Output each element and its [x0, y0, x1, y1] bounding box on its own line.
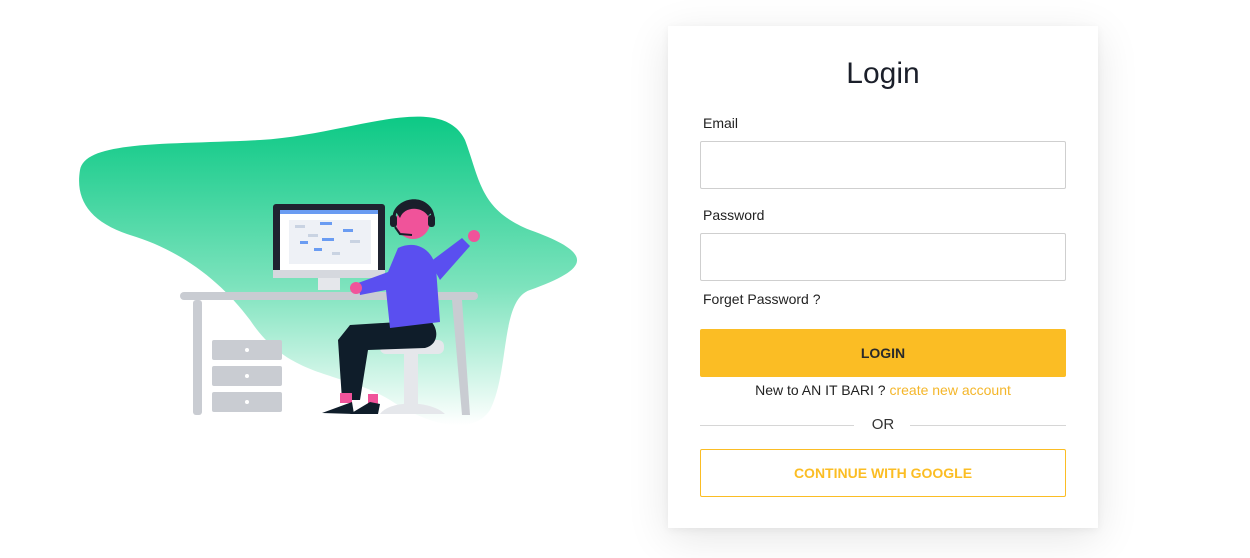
page-title: Login — [846, 57, 920, 90]
drawer-cabinet — [212, 340, 282, 412]
create-account-link[interactable]: create new account — [889, 382, 1010, 398]
signup-prompt-row: New to AN IT BARI ? create new account — [668, 382, 1098, 398]
login-page: Login Email Password Forget Password ? L… — [0, 0, 1250, 558]
login-card: Login Email Password Forget Password ? L… — [668, 26, 1098, 528]
password-field[interactable] — [700, 233, 1066, 281]
login-button[interactable]: LOGIN — [700, 329, 1066, 377]
or-divider: OR — [700, 415, 1066, 435]
password-label: Password — [703, 207, 765, 223]
email-field[interactable] — [700, 141, 1066, 189]
divider-line-right — [910, 425, 1066, 426]
monitor — [273, 204, 385, 290]
signup-prompt-text: New to AN IT BARI ? — [755, 382, 886, 398]
email-label: Email — [703, 115, 739, 131]
forget-password-link[interactable]: Forget Password ? — [703, 291, 821, 307]
person-at-computer-illustration — [79, 116, 578, 426]
continue-with-google-button[interactable]: CONTINUE WITH GOOGLE — [700, 449, 1066, 497]
